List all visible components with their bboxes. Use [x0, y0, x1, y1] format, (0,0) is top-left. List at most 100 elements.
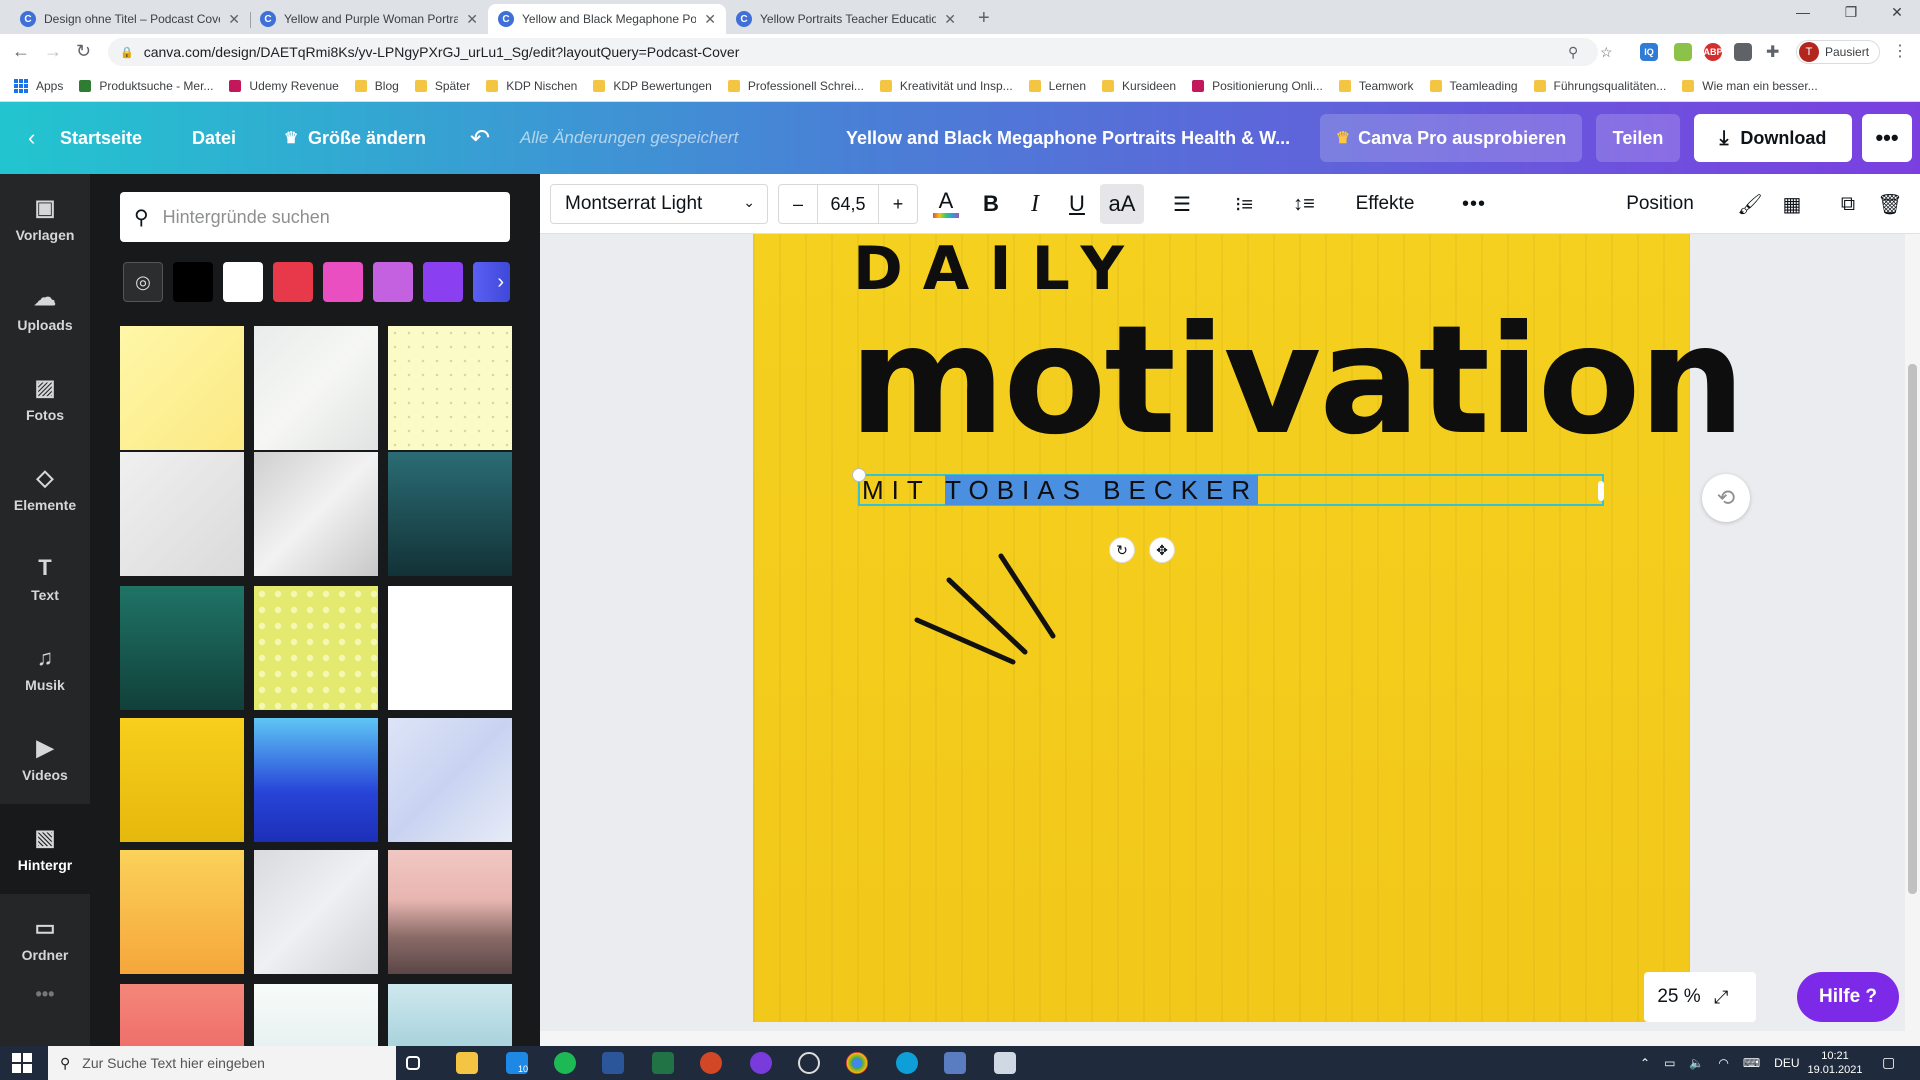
browser-tab-active[interactable]: C Yellow and Black Megaphone Portr ✕: [488, 4, 726, 34]
color-swatch[interactable]: [223, 262, 263, 302]
rail-item-folders[interactable]: ▭ Ordner: [0, 894, 90, 984]
bookmark-star-icon[interactable]: ☆: [1600, 44, 1613, 61]
chevron-right-icon[interactable]: ›: [473, 262, 510, 302]
background-thumbnail[interactable]: [254, 586, 378, 710]
bookmark-folder[interactable]: Führungsqualitäten...: [1533, 79, 1666, 93]
color-swatch[interactable]: [173, 262, 213, 302]
iq-extension-icon[interactable]: IQ: [1640, 43, 1658, 61]
font-family-select[interactable]: Montserrat Light ⌄: [550, 184, 768, 224]
file-explorer-icon[interactable]: [456, 1052, 478, 1074]
rail-item-templates[interactable]: ▣ Vorlagen: [0, 174, 90, 264]
transparency-checker-icon[interactable]: ▦: [1772, 184, 1812, 224]
help-button[interactable]: Hilfe ?: [1797, 972, 1899, 1022]
background-thumbnail[interactable]: [254, 850, 378, 974]
address-bar[interactable]: 🔒 canva.com/design/DAETqRmi8Ks/yv-LPNgyP…: [108, 38, 1598, 66]
rail-more-icon[interactable]: •••: [0, 974, 90, 1014]
new-tab-plus-icon[interactable]: +: [978, 7, 990, 30]
profile-button[interactable]: T Pausiert: [1796, 40, 1881, 64]
app-icon[interactable]: [994, 1052, 1016, 1074]
bookmark-folder[interactable]: Wie man ein besser...: [1682, 79, 1818, 93]
zoom-level[interactable]: 25 %: [1644, 986, 1714, 1008]
download-button[interactable]: ⤓ Download: [1694, 114, 1852, 162]
rail-item-music[interactable]: ♫ Musik: [0, 624, 90, 714]
app-icon[interactable]: [944, 1052, 966, 1074]
chevron-left-icon[interactable]: ‹: [28, 102, 35, 174]
font-size-input[interactable]: 64,5: [817, 185, 879, 223]
close-icon[interactable]: ✕: [704, 11, 716, 28]
background-thumbnail[interactable]: [254, 452, 378, 576]
rail-item-elements[interactable]: ◇ Elemente: [0, 444, 90, 534]
mail-icon[interactable]: 10: [506, 1052, 528, 1074]
wifi-icon[interactable]: ◠: [1718, 1056, 1728, 1070]
bullet-list-icon[interactable]: ⁝≡: [1224, 184, 1264, 224]
line-spacing-icon[interactable]: ↕≡: [1284, 184, 1324, 224]
bookmark-folder[interactable]: Kreativität und Insp...: [879, 79, 1013, 93]
palette-icon[interactable]: ◎: [123, 262, 163, 302]
excel-icon[interactable]: [652, 1052, 674, 1074]
notifications-icon[interactable]: ▢: [1882, 1054, 1895, 1071]
background-thumbnail[interactable]: [120, 984, 244, 1046]
back-arrow-icon[interactable]: ←: [12, 41, 30, 62]
rotate-icon[interactable]: ↻: [1109, 537, 1135, 563]
text-color-button[interactable]: A: [926, 184, 966, 224]
app-icon[interactable]: [750, 1052, 772, 1074]
home-link[interactable]: Startseite: [60, 102, 142, 174]
bookmark-item[interactable]: Positionierung Onli...: [1192, 79, 1323, 93]
design-title[interactable]: Yellow and Black Megaphone Portraits Hea…: [846, 102, 1290, 174]
doodle-lines-graphic[interactable]: [913, 544, 1073, 684]
horizontal-scrollbar[interactable]: [540, 1031, 1905, 1046]
background-thumbnail[interactable]: [254, 984, 378, 1046]
background-search[interactable]: ⚲: [120, 192, 510, 242]
clock[interactable]: 10:21 19.01.2021: [1800, 1049, 1870, 1077]
more-options-icon[interactable]: •••: [1454, 184, 1494, 224]
adblock-extension-icon[interactable]: ABP: [1704, 43, 1723, 61]
background-thumbnail[interactable]: [388, 850, 512, 974]
background-thumbnail[interactable]: [120, 452, 244, 576]
window-close-icon[interactable]: ✕: [1874, 4, 1920, 21]
extension-icon[interactable]: [1674, 43, 1692, 61]
close-icon[interactable]: ✕: [466, 11, 478, 28]
restore-icon[interactable]: ❐: [1828, 4, 1874, 21]
word-icon[interactable]: [602, 1052, 624, 1074]
color-swatch[interactable]: [273, 262, 313, 302]
bookmark-folder[interactable]: Später: [414, 79, 470, 93]
duplicate-icon[interactable]: ⧉: [1828, 184, 1868, 224]
search-input[interactable]: [162, 206, 483, 228]
puzzle-extensions-icon[interactable]: ✚: [1766, 42, 1779, 62]
background-thumbnail[interactable]: [120, 326, 244, 450]
rail-item-uploads[interactable]: ☁ Uploads: [0, 264, 90, 354]
zoom-control[interactable]: 25 % ⤢: [1644, 972, 1756, 1022]
background-thumbnail[interactable]: [120, 718, 244, 842]
obs-icon[interactable]: [798, 1052, 820, 1074]
background-thumbnail[interactable]: [254, 718, 378, 842]
windows-start-icon[interactable]: [12, 1053, 32, 1073]
paint-roller-icon[interactable]: 🖌: [1730, 184, 1770, 224]
bookmark-item[interactable]: Udemy Revenue: [229, 79, 339, 93]
bookmark-apps[interactable]: Apps: [14, 78, 63, 93]
effects-button[interactable]: Effekte: [1340, 184, 1430, 224]
forward-arrow-icon[interactable]: →: [44, 41, 62, 62]
vertical-scrollbar[interactable]: [1905, 234, 1920, 1046]
bookmark-item[interactable]: Produktsuche - Mer...: [79, 79, 213, 93]
selection-handle[interactable]: [852, 468, 866, 482]
underline-button[interactable]: U: [1058, 184, 1096, 224]
rail-item-backgrounds[interactable]: ▧ Hintergr: [0, 804, 90, 894]
resize-button[interactable]: Größe ändern: [308, 102, 426, 174]
background-thumbnail[interactable]: [388, 326, 512, 450]
position-button[interactable]: Position: [1610, 184, 1710, 224]
trash-icon[interactable]: 🗑: [1870, 184, 1910, 224]
browser-tab[interactable]: C Yellow Portraits Teacher Education ✕: [726, 4, 966, 34]
input-language[interactable]: DEU: [1774, 1056, 1799, 1070]
minimize-icon[interactable]: —: [1780, 4, 1826, 20]
zoom-magnifier-icon[interactable]: ⚲: [1568, 44, 1578, 61]
scrollbar-thumb[interactable]: [1908, 364, 1917, 894]
undo-icon[interactable]: ↶: [470, 102, 490, 174]
align-left-icon[interactable]: ☰: [1162, 184, 1202, 224]
speaker-icon[interactable]: 🔈: [1689, 1056, 1704, 1070]
edge-icon[interactable]: [896, 1052, 918, 1074]
chevron-up-icon[interactable]: ⌃: [1640, 1056, 1650, 1070]
background-thumbnail[interactable]: [388, 984, 512, 1046]
bookmark-folder[interactable]: Lernen: [1028, 79, 1086, 93]
background-thumbnail[interactable]: [120, 850, 244, 974]
background-thumbnail[interactable]: [388, 586, 512, 710]
